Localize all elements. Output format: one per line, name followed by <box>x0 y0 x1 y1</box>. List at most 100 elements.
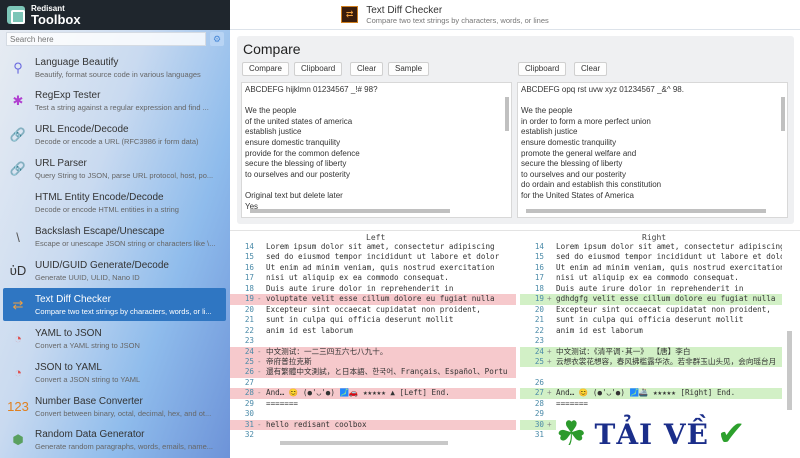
sidebar-item-label: Random Data Generator <box>35 429 145 441</box>
sidebar-item[interactable]: ✱ RegExp Tester Test a string against a re… <box>3 85 226 118</box>
line-text: And… 😊 (●'◡'●) 🗾🚢 ★★★★★ [Right] End. <box>556 388 736 398</box>
sidebar-item[interactable]: 🔗 URL Parser Query String to JSON, parse U… <box>3 153 226 186</box>
link-icon: 🔗 <box>9 161 27 177</box>
line-number: 19 <box>244 294 254 304</box>
search-input[interactable] <box>6 32 206 46</box>
diff-horizontal-scrollbar[interactable] <box>280 441 448 445</box>
diff-row: 14 Lorem ipsum dolor sit amet, consectetu… <box>520 242 782 253</box>
diff-row: 16 Ut enim ad minim veniam, quis nostrud … <box>520 263 782 274</box>
sidebar-item[interactable]: \ Backslash Escape/Unescape Escape or unes… <box>3 221 226 254</box>
compare-button[interactable]: Compare <box>242 62 289 76</box>
diff-scrollbar[interactable] <box>787 331 792 421</box>
line-number: 27 <box>534 388 544 398</box>
diff-row: 27 <box>230 378 516 389</box>
compare-title: Compare <box>243 41 301 57</box>
diff-row: 24 + 中文测试：《清平调·其一》 【唐】李白 <box>520 346 782 357</box>
diff-row: 20 Excepteur sint occaecat cupidatat non … <box>520 305 782 316</box>
diff-row: 22 anim id est laborum <box>230 326 516 337</box>
sidebar-item-description: Beautify, format source code in various … <box>35 69 201 79</box>
right-text: ABCDEFG opq rst uvw xyz 01234567 _&^ 98.… <box>521 85 684 200</box>
sample-button[interactable]: Sample <box>388 62 430 76</box>
line-number: 29 <box>534 409 544 419</box>
diff-row: 31- hello redisant coolbox <box>230 419 516 431</box>
line-number: 18 <box>244 283 254 293</box>
sidebar-item[interactable]: 🔗 URL Encode/Decode Decode or encode a URL… <box>3 119 226 152</box>
right-column-header: Right <box>642 233 667 242</box>
line-number: 30 <box>534 419 544 429</box>
diff-row: 16 Ut enim ad minim veniam, quis nostrud … <box>230 263 516 274</box>
vertical-scrollbar[interactable] <box>505 97 509 131</box>
sidebar-item-label: Language Beautify <box>35 56 119 68</box>
watermark-logo: ☘ TẢI VỀ ✔ <box>556 410 800 458</box>
line-text: ======= <box>266 398 299 408</box>
diff-sign: - <box>257 388 262 398</box>
line-number: 25 <box>244 356 254 366</box>
left-text-input[interactable]: ABCDEFG hijklmn 01234567 _!# 98? We the … <box>241 82 512 218</box>
diff-sign: + <box>547 346 552 356</box>
left-clipboard-button[interactable]: Clipboard <box>294 62 343 76</box>
line-number: 32 <box>244 430 254 440</box>
diff-row: 22 anim id est laborum <box>520 326 782 337</box>
horizontal-scrollbar[interactable] <box>250 209 450 213</box>
line-text: 帝府普拉克斯 <box>266 356 312 366</box>
line-text: gdhdgfg velit esse cillum dolore eu fugi… <box>556 294 776 304</box>
line-text: sed do eiusmod tempor incididunt ut labo… <box>266 252 500 262</box>
diff-sign: - <box>257 367 262 377</box>
line-text: Duis aute irure dolor in reprehenderit i… <box>556 283 744 293</box>
sidebar-item[interactable]: HTML Entity Encode/Decode Decode or encod… <box>3 187 226 220</box>
sidebar-item[interactable]: ◔ JSON to YAML Convert a JSON string to YA… <box>3 356 226 389</box>
right-clear-button[interactable]: Clear <box>574 62 608 76</box>
line-number: 24 <box>534 346 544 356</box>
page-subtitle: Compare two text strings by characters, … <box>366 15 549 25</box>
line-number: 20 <box>244 304 254 314</box>
line-number: 14 <box>534 242 544 251</box>
diff-row: 26 <box>520 378 782 389</box>
line-text: sunt in culpa qui officia deserunt molli… <box>266 315 454 325</box>
sidebar-item[interactable]: ⬢ Random Data Generator Generate random pa… <box>3 424 226 457</box>
horizontal-scrollbar[interactable] <box>526 209 766 213</box>
diff-sign: + <box>547 419 552 429</box>
sidebar-item[interactable]: 123 Number Base Converter Convert between … <box>3 390 226 423</box>
sidebar-item[interactable]: ⇄ Text Diff Checker Compare two text strin… <box>3 288 226 322</box>
right-clipboard-button[interactable]: Clipboard <box>518 62 567 76</box>
line-text: Lorem ipsum dolor sit amet, consectetur … <box>266 242 495 251</box>
diff-row: 25 + 云想衣裳花想容，春风拂槛露华浓。若非群玉山头见，会向瑶台月 <box>520 356 782 368</box>
line-text: nisi ut aliquip ex ea commodo consequat. <box>266 273 449 283</box>
diff-row: 27 + And… 😊 (●'◡'●) 🗾🚢 ★★★★★ [Right] End. <box>520 388 782 399</box>
line-number: 21 <box>534 315 544 325</box>
line-number: 29 <box>244 398 254 408</box>
diff-row: 23 <box>230 336 516 347</box>
sidebar-item[interactable]: ⚲ Language Beautify Beautify, format sourc… <box>3 51 226 84</box>
line-text: anim id est laborum <box>556 325 643 335</box>
left-column-header: Left <box>366 233 386 242</box>
diff-row: 21 sunt in culpa qui officia deserunt mol… <box>520 315 782 326</box>
sidebar-item[interactable]: ὑD UUID/GUID Generate/Decode Generate UUID… <box>3 254 226 287</box>
line-number: 31 <box>534 430 544 440</box>
left-clear-button[interactable]: Clear <box>350 62 384 76</box>
sidebar: Redisant Toolbox ⚙ ⚲ Language BeautifyBea… <box>0 0 230 458</box>
diff-row: 32 <box>230 430 516 441</box>
vertical-scrollbar[interactable] <box>781 97 785 131</box>
sidebar-item-description: Generate UUID, ULID, Nano ID <box>35 272 140 282</box>
diff-sign: - <box>257 294 262 304</box>
line-number: 23 <box>534 336 544 346</box>
diff-row: 19 + gdhdgfg velit esse cillum dolore eu f… <box>520 294 782 305</box>
sidebar-item-description: Convert a YAML string to JSON <box>35 340 140 350</box>
right-text-input[interactable]: ABCDEFG opq rst uvw xyz 01234567 _&^ 98.… <box>517 82 788 218</box>
watermark-text: TẢI VỀ <box>594 417 709 451</box>
line-number: 26 <box>244 367 254 377</box>
line-number: 16 <box>244 262 254 272</box>
diff-row: 17 nisi ut aliquip ex ea commodo consequa… <box>230 273 516 284</box>
diff-row: 28 ======= <box>520 399 782 410</box>
gear-icon[interactable]: ⚙ <box>210 32 224 46</box>
diff-sign: - <box>257 356 262 366</box>
diff-row: 18 Duis aute irure dolor in reprehenderit… <box>230 284 516 295</box>
sidebar-item-description: Generate random paragraphs, words, email… <box>35 442 214 452</box>
convert-icon: ◔ <box>14 365 22 381</box>
diff-sign: + <box>547 388 552 398</box>
sidebar-item-label: URL Parser <box>35 158 87 170</box>
sidebar-item[interactable]: ◔ YAML to JSON Convert a YAML string to JS… <box>3 322 226 355</box>
sidebar-item-label: YAML to JSON <box>35 327 102 339</box>
sidebar-item-description: Query String to JSON, parse URL protocol… <box>35 171 214 181</box>
line-number: 28 <box>534 398 544 408</box>
